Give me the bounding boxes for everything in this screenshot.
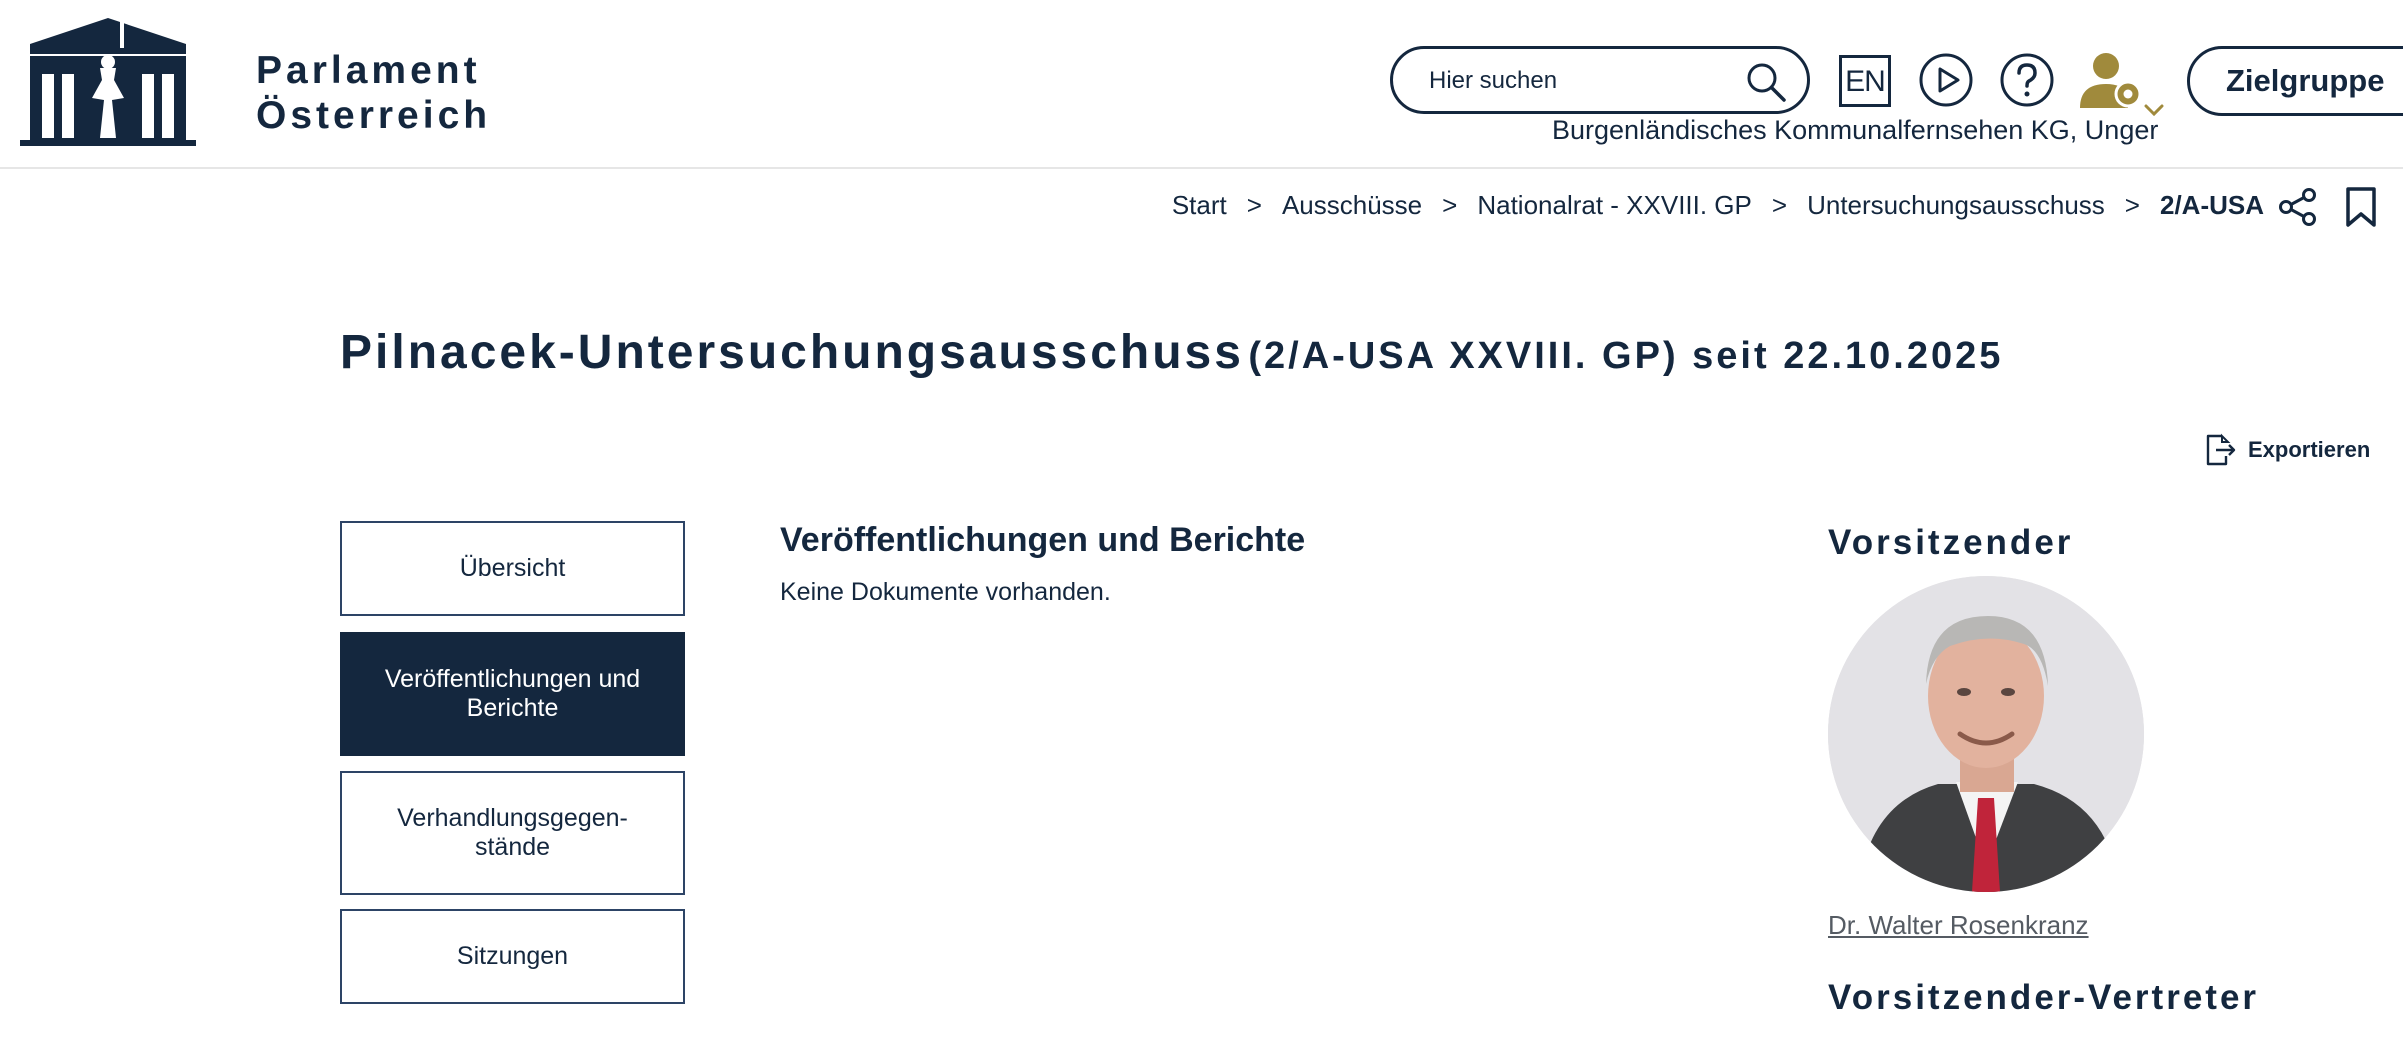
brand-line-1: Parlament xyxy=(256,49,481,92)
tab-label: Sitzungen xyxy=(456,942,569,970)
parliament-logo-icon[interactable] xyxy=(20,18,196,146)
export-icon xyxy=(2206,433,2236,466)
search-input[interactable] xyxy=(1427,49,1731,113)
portrait-image xyxy=(1828,576,2144,892)
audience-button[interactable]: Zielgruppe xyxy=(2187,46,2403,116)
bookmark-icon[interactable] xyxy=(2345,186,2377,228)
page-title-main: Pilnacek-Untersuchungsausschuss xyxy=(340,326,1244,379)
tab-label: Verhandlungsgegen-stände xyxy=(397,804,628,861)
chair-heading: Vorsitzender xyxy=(1828,523,2074,562)
breadcrumb: Start > Ausschüsse > Nationalrat - XXVII… xyxy=(1172,190,2264,221)
tab-label: Veröffentlichungen und Berichte xyxy=(384,665,641,722)
breadcrumb-separator: > xyxy=(1771,190,1788,220)
breadcrumb-investigation-committee[interactable]: Untersuchungsausschuss xyxy=(1807,190,2105,221)
breadcrumb-nationalrat[interactable]: Nationalrat - XXVIII. GP xyxy=(1477,190,1752,221)
breadcrumb-separator: > xyxy=(1442,190,1458,220)
breadcrumb-start[interactable]: Start xyxy=(1172,190,1227,221)
tab-label: Übersicht xyxy=(459,554,566,582)
chair-portrait[interactable] xyxy=(1828,576,2144,892)
site-header: Parlament Österreich EN Zielgruppe Burge… xyxy=(0,0,2403,169)
breadcrumb-committees[interactable]: Ausschüsse xyxy=(1282,190,1422,221)
play-icon[interactable] xyxy=(1918,52,1974,108)
logged-in-user: Burgenländisches Kommunalfernsehen KG, U… xyxy=(1552,115,2159,145)
help-icon[interactable] xyxy=(1999,52,2055,108)
export-button[interactable]: Exportieren xyxy=(2202,432,2370,468)
section-title: Veröffentlichungen und Berichte xyxy=(780,521,1306,559)
tab-agenda-items[interactable]: Verhandlungsgegen-stände xyxy=(340,771,685,895)
share-icon[interactable] xyxy=(2278,187,2318,227)
empty-state-text: Keine Dokumente vorhanden. xyxy=(780,578,1111,606)
export-label: Exportieren xyxy=(2248,437,2371,462)
search-icon[interactable] xyxy=(1745,61,1787,103)
page-title: Pilnacek-Untersuchungsausschuss (2/A-USA… xyxy=(340,325,2003,380)
breadcrumb-separator: > xyxy=(2124,190,2140,220)
user-settings-icon[interactable] xyxy=(2078,50,2168,122)
brand-line-2: Österreich xyxy=(256,94,492,137)
page-title-sub: (2/A-USA XXVIII. GP) seit 22.10.2025 xyxy=(1248,335,2004,377)
tab-sessions[interactable]: Sitzungen xyxy=(340,909,685,1004)
tab-overview[interactable]: Übersicht xyxy=(340,521,685,616)
language-switch-button[interactable]: EN xyxy=(1839,55,1891,107)
breadcrumb-current: 2/A-USA xyxy=(2159,190,2264,220)
brand-name[interactable]: Parlament Österreich xyxy=(256,48,491,138)
search-box[interactable] xyxy=(1390,46,1810,114)
chair-name-link[interactable]: Dr. Walter Rosenkranz xyxy=(1828,910,2089,941)
deputy-heading: Vorsitzender-Vertreter xyxy=(1828,978,2260,1017)
tab-publications-reports[interactable]: Veröffentlichungen und Berichte xyxy=(340,632,685,756)
breadcrumb-separator: > xyxy=(1246,190,1262,220)
